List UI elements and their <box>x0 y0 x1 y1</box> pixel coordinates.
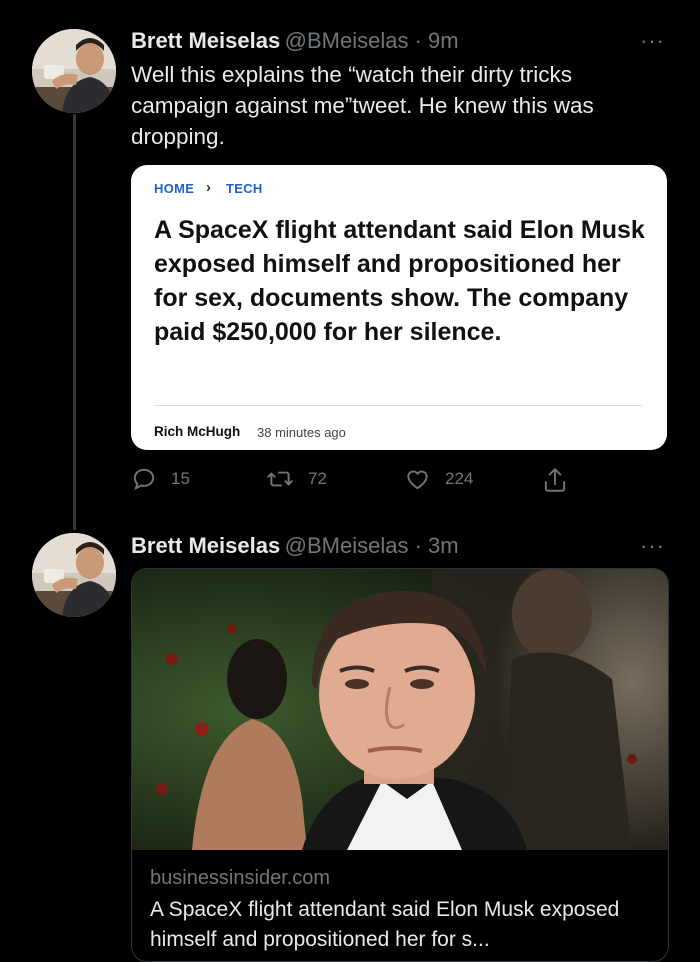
author-handle-time[interactable]: @BMeiselas · 9m <box>285 28 459 53</box>
like-icon <box>407 470 428 490</box>
reply-button[interactable]: 15 <box>131 466 190 492</box>
more-icon[interactable]: ··· <box>640 28 665 54</box>
tweet-header: Brett Meiselas @BMeiselas · 3m <box>131 533 459 559</box>
article-headline: A SpaceX flight attendant said Elon Musk… <box>154 216 645 346</box>
breadcrumb-home: HOME <box>154 181 195 196</box>
article-author: Rich McHugh <box>154 424 241 439</box>
reply-icon <box>133 468 155 491</box>
link-title: A SpaceX flight attendant said Elon Musk… <box>150 898 620 951</box>
avatar-photo <box>32 533 116 617</box>
avatar[interactable] <box>32 533 116 617</box>
article-time: 38 minutes ago <box>257 425 346 440</box>
breadcrumb-section: TECH <box>226 181 263 196</box>
link-preview-card[interactable]: businessinsider.com A SpaceX flight atte… <box>131 568 669 962</box>
share-button[interactable] <box>542 466 582 494</box>
reply-count: 15 <box>171 469 190 488</box>
thread-connector-line <box>73 114 76 530</box>
breadcrumb-separator-icon: › <box>206 179 212 196</box>
author-handle-time[interactable]: @BMeiselas · 3m <box>285 533 459 558</box>
author-name[interactable]: Brett Meiselas <box>131 533 280 558</box>
card-divider <box>154 405 642 406</box>
link-domain: businessinsider.com <box>150 867 331 889</box>
retweet-count: 72 <box>308 469 327 488</box>
tweet-text: Well this explains the “watch their dirt… <box>131 62 594 149</box>
article-card[interactable]: HOME › TECH A SpaceX flight attendant sa… <box>131 165 667 450</box>
portrait-photo <box>132 569 668 850</box>
avatar-photo <box>32 29 116 113</box>
avatar[interactable] <box>32 29 116 113</box>
retweet-icon <box>267 471 293 487</box>
share-icon <box>544 468 566 492</box>
like-button[interactable]: 224 <box>404 466 473 492</box>
retweet-button[interactable]: 72 <box>266 466 327 492</box>
more-icon[interactable]: ··· <box>640 533 665 559</box>
link-preview-image <box>132 569 668 850</box>
author-name[interactable]: Brett Meiselas <box>131 28 280 53</box>
like-count: 224 <box>445 469 474 488</box>
tweet-header: Brett Meiselas @BMeiselas · 9m <box>131 28 459 54</box>
